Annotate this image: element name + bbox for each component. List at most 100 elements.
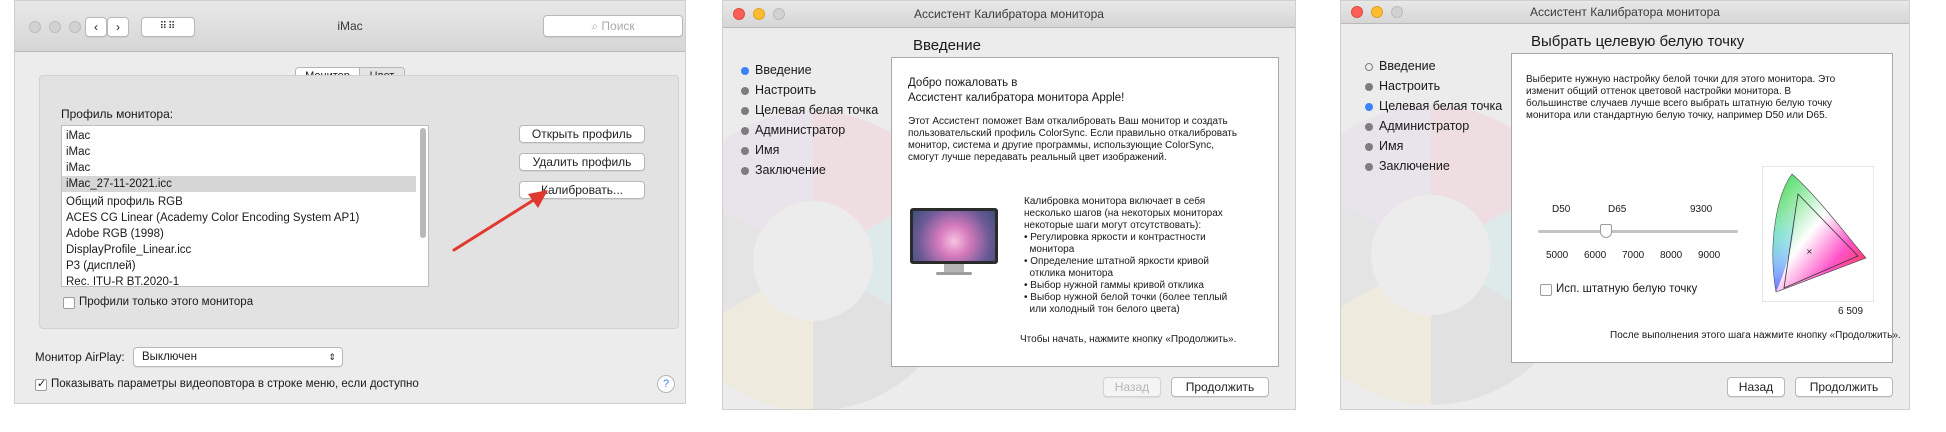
continue-button[interactable]: Продолжить (1171, 377, 1269, 397)
arrow-head (528, 190, 548, 208)
lotus-image (913, 211, 995, 261)
slider-thumb[interactable] (1600, 224, 1613, 238)
whitepoint-slider[interactable] (1538, 224, 1738, 240)
monitor-illustration (910, 208, 998, 278)
welcome-line-1: Добро пожаловать в (908, 77, 1018, 89)
airplay-select[interactable]: Выключен ⇕ (133, 347, 343, 367)
list-item[interactable]: iMac (62, 144, 416, 160)
nav-dot (741, 167, 749, 175)
slider-label-bottom: 8000 (1660, 250, 1683, 261)
delete-profile-button[interactable]: Удалить профиль (519, 153, 645, 171)
nav-item-name: Имя (755, 143, 780, 157)
nav-item-conclusion: Заключение (1379, 159, 1450, 173)
step-line: монитора (1024, 244, 1075, 255)
profile-list[interactable]: iMac iMac iMac iMac_27-11-2021.icc Общий… (61, 125, 429, 287)
list-item[interactable]: DisplayProfile_Linear.icc (62, 242, 416, 258)
native-whitepoint-checkbox[interactable] (1540, 284, 1552, 296)
list-item[interactable]: ACES CG Linear (Academy Color Encoding S… (62, 210, 416, 226)
nav-item-whitepoint: Целевая белая точка (755, 103, 879, 117)
whitepoint-para-line: Выберите нужную настройку белой точки дл… (1526, 74, 1836, 85)
only-this-monitor-label: Профили только этого монитора (79, 296, 254, 308)
continue-button[interactable]: Продолжить (1795, 377, 1893, 397)
intro-content-panel: Добро пожаловать в Ассистент калибратора… (891, 57, 1279, 367)
nav-item-intro: Введение (1379, 59, 1436, 73)
welcome-line-2: Ассистент калибратора монитора Apple! (908, 92, 1125, 104)
updown-arrows-icon: ⇕ (328, 352, 336, 362)
profile-label: Профиль монитора: (61, 107, 174, 121)
calibrator-intro-window: Ассистент Калибратора монитора Введение … (722, 0, 1296, 410)
monitor-stand (944, 264, 964, 272)
list-item[interactable]: Adobe RGB (1998) (62, 226, 416, 242)
open-profile-button[interactable]: Открыть профиль (519, 125, 645, 143)
calibrator-whitepoint-window: Ассистент Калибратора монитора Введение … (1340, 0, 1910, 410)
list-item[interactable]: P3 (дисплей) (62, 258, 416, 274)
whitepoint-titlebar: Ассистент Калибратора монитора (1341, 1, 1909, 24)
only-this-monitor-checkbox[interactable] (63, 297, 75, 309)
back-button[interactable]: Назад (1727, 377, 1785, 397)
nav-dot (741, 87, 749, 95)
nav-dot (1365, 143, 1373, 151)
slider-label-top: 9300 (1690, 204, 1713, 215)
list-item[interactable]: iMac (62, 160, 416, 176)
intro-para-line: монитор, система и другие программы, исп… (908, 140, 1214, 151)
nav-item-conclusion: Заключение (755, 163, 826, 177)
whitepoint-para-line: большинстве случаев лучше всего выбрать … (1526, 98, 1832, 109)
nav-dot (1365, 83, 1373, 91)
step-line: • Выбор нужной белой точки (более теплый (1024, 292, 1228, 303)
search-icon: ⌕ (591, 19, 599, 33)
whitepoint-content-panel: Выберите нужную настройку белой точки дл… (1511, 53, 1901, 363)
arrow-line (452, 194, 542, 252)
slider-label-top: D65 (1608, 204, 1627, 215)
intro-titlebar: Ассистент Калибратора монитора (723, 1, 1295, 28)
slider-label-bottom: 5000 (1546, 250, 1569, 261)
list-item[interactable]: iMac (62, 128, 416, 144)
nav-dot-active (741, 67, 749, 75)
intro-para-line: Этот Ассистент поможет Вам откалибровать… (908, 116, 1228, 127)
search-field[interactable]: ⌕ Поиск (543, 15, 683, 37)
list-item[interactable]: Общий профиль RGB (62, 194, 416, 210)
nav-dot (1365, 163, 1373, 171)
list-scrollbar[interactable] (420, 128, 426, 238)
nav-item-admin: Администратор (755, 123, 846, 137)
monitor-screen (910, 208, 998, 264)
slider-track (1538, 230, 1738, 233)
intro-para-line: смогут лучше передавать реальный цвет из… (908, 152, 1167, 163)
intro-title: Ассистент Калибратора монитора (914, 7, 1104, 21)
monitor-base (936, 272, 972, 275)
slider-label-bottom: 7000 (1622, 250, 1645, 261)
annotation-arrow (452, 190, 548, 252)
mirror-options-label: Показывать параметры видеоповтора в стро… (51, 378, 419, 390)
intro-footer: Чтобы начать, нажмите кнопку «Продолжить… (1020, 334, 1237, 345)
nav-item-name: Имя (1379, 139, 1404, 153)
slider-label-bottom: 6000 (1584, 250, 1607, 261)
nav-item-intro: Введение (755, 63, 812, 77)
slider-label-bottom: 9000 (1698, 250, 1721, 261)
nav-item-setup: Настроить (755, 83, 817, 97)
prefs-titlebar: ‹ › ⠿⠿ iMac ⌕ Поиск (15, 1, 685, 52)
nav-dot (741, 107, 749, 115)
nav-item-admin: Администратор (1379, 119, 1470, 133)
mirror-options-checkbox[interactable]: ✓ (35, 378, 47, 391)
list-item[interactable]: Rec. ITU-R BT.2020-1 (62, 274, 416, 286)
steps-intro-line: несколько шагов (на некоторых мониторах (1024, 208, 1223, 219)
back-button[interactable]: Назад (1103, 377, 1161, 397)
list-item-selected[interactable]: iMac_27-11-2021.icc (62, 176, 416, 192)
airplay-label: Монитор AirPlay: (35, 352, 125, 364)
search-placeholder: Поиск (601, 19, 635, 33)
display-preferences-window: ‹ › ⠿⠿ iMac ⌕ Поиск Монитор Цвет Профиль… (14, 0, 686, 404)
step-line: • Регулировка яркости и контрастности (1024, 232, 1206, 243)
step-line: • Определение штатной яркости кривой (1024, 256, 1209, 267)
steps-intro-line: некоторые шаги могут отсутствовать): (1024, 220, 1202, 231)
nav-item-setup: Настроить (1379, 79, 1441, 93)
step-line: • Выбор нужной гаммы кривой отклика (1024, 280, 1204, 291)
nav-dot-done (1365, 63, 1373, 71)
intro-heading: Введение (913, 37, 981, 54)
airplay-value: Выключен (142, 351, 197, 363)
steps-intro-line: Калибровка монитора включает в себя (1024, 196, 1206, 207)
step-line: или холодный тон белого цвета) (1024, 304, 1180, 315)
whitepoint-title: Ассистент Калибратора монитора (1530, 5, 1720, 19)
help-button[interactable]: ? (657, 375, 675, 393)
nav-dot (741, 127, 749, 135)
whitepoint-heading: Выбрать целевую белую точку (1531, 33, 1745, 50)
svg-text:×: × (1806, 247, 1813, 256)
